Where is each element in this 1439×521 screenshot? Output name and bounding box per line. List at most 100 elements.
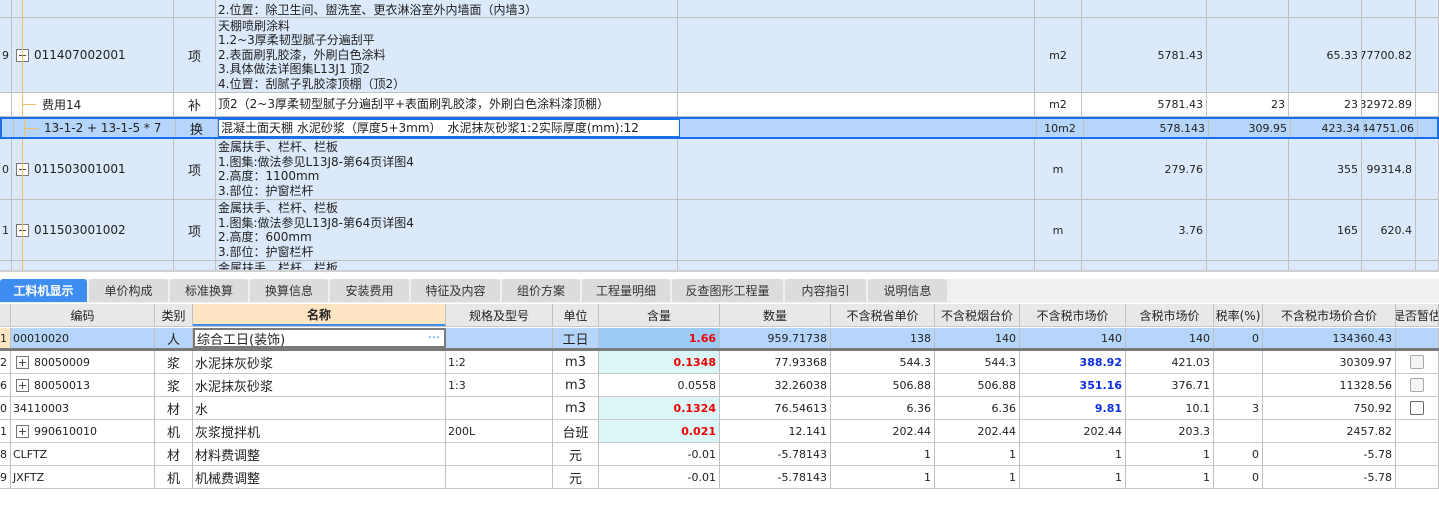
resource-type: 浆 [155, 351, 193, 373]
tax-rate-text: 0 [1252, 331, 1259, 345]
province-price: 202.44 [831, 420, 935, 442]
table-row[interactable]: 1 00010020 人 综合工日(装饰) ··· 工日 1.66 959.71738 138 1… [0, 328, 1439, 351]
yantai-price: 140 [935, 328, 1020, 348]
table-row[interactable]: 0+011503001001项金属扶手、栏杆、栏板1.图集:做法参见L13J8-… [0, 139, 1439, 200]
content-amount-text: 0.1324 [673, 401, 716, 415]
item-type [174, 0, 216, 17]
table-header: 编码 类别 名称 规格及型号 单位 含量 数量 不含税省单价 不含税烟台价 不含税市场价 含税市场价… [0, 304, 1439, 327]
tab-2[interactable]: 标准换算 [170, 279, 248, 302]
column-header-4[interactable]: 单位 [553, 304, 599, 326]
quantity: -5.78143 [720, 466, 831, 488]
unit: m2 [1035, 93, 1082, 116]
tab-3[interactable]: 换算信息 [250, 279, 328, 302]
table-row[interactable]: 8 CLFTZ 材材料费调整 元 -0.01 -5.78143 1 1 1 1 0 -5.78 [0, 443, 1439, 466]
expand-icon[interactable]: + [16, 355, 29, 369]
market-total: 134360.43 [1263, 328, 1396, 348]
column-header-11[interactable]: 税率(%) [1214, 304, 1263, 326]
splitter[interactable] [0, 270, 1439, 275]
province-price-text: 544.3 [899, 355, 932, 369]
resource-code: 34110003 [11, 397, 155, 419]
corner-cell [0, 304, 11, 326]
table-row[interactable]: 1+011503001002项金属扶手、栏杆、栏板1.图集:做法参见L13J8-… [0, 200, 1439, 261]
table-row[interactable]: 6 +80050013 浆水泥抹灰砂浆 1:3 m3 0.0558 32.26038 506.… [0, 374, 1439, 397]
quantity: 12.141 [720, 420, 831, 442]
tab-8[interactable]: 反查图形工程量 [672, 279, 783, 302]
provisional-checkbox[interactable] [1410, 401, 1424, 415]
tab-4[interactable]: 安装费用 [330, 279, 409, 302]
item-description: 天棚喷刷涂料 1.2~3厚柔韧型腻子分遍刮平 2.表面刷乳胶漆，外刷白色涂料 3.具体… [216, 18, 678, 92]
table-row[interactable]: 2 +80050009 浆水泥抹灰砂浆 1:2 m3 0.1348 77.93368 544.… [0, 351, 1439, 374]
code-cell: 费用14 [12, 93, 174, 116]
provisional-checkbox[interactable] [1410, 355, 1424, 369]
overflow-col [1416, 18, 1439, 92]
unit-text: m3 [565, 354, 586, 370]
bill-items-table: 2.位置：除卫生间、盥洗室、更衣淋浴室外内墙面（内墙3）9−0114070020… [0, 0, 1439, 270]
column-header-1[interactable]: 类别 [155, 304, 193, 326]
column-header-6[interactable]: 数量 [720, 304, 831, 326]
expand-icon[interactable]: + [16, 424, 29, 438]
resource-type-text: 材 [166, 402, 180, 418]
row-number: 9 [0, 466, 11, 488]
item-description: 2.位置：除卫生间、盥洗室、更衣淋浴室外内墙面（内墙3） [216, 0, 678, 17]
spec-model-text: 200L [448, 424, 476, 438]
tab-6[interactable]: 组价方案 [502, 279, 580, 302]
column-header-2[interactable]: 名称 [193, 304, 446, 326]
column-header-8[interactable]: 不含税烟台价 [935, 304, 1020, 326]
unit-text: m3 [565, 377, 586, 393]
quantity: 959.71738 [720, 328, 831, 348]
ellipsis-button[interactable]: ··· [428, 331, 444, 346]
resource-name: 水 [193, 397, 446, 419]
content-amount: 0.0558 [599, 374, 720, 396]
item-description: 金属扶手、栏杆、栏板 [216, 261, 678, 270]
table-row[interactable]: 9 JXFTZ 机机械费调整 元 -0.01 -5.78143 1 1 1 1 0 -5.78 [0, 466, 1439, 489]
column-header-9[interactable]: 不含税市场价 [1020, 304, 1126, 326]
quantity-text: 76.54613 [774, 401, 828, 415]
unit: 10m2 [1037, 119, 1084, 137]
row-number [0, 0, 12, 17]
province-price: 1 [831, 443, 935, 465]
provisional-cell [1396, 374, 1439, 396]
tax-rate [1214, 351, 1263, 373]
quantity-text: -5.78143 [777, 470, 827, 484]
table-row[interactable]: 13-1-2 + 13-1-5 * 7 换混凝土面天棚 水泥砂浆（厚度5+3mm）… [0, 117, 1439, 139]
row-number: 9 [0, 18, 12, 92]
market-price-text: 202.44 [1083, 424, 1123, 438]
tax-rate-text: 3 [1252, 401, 1259, 415]
column-header-0[interactable]: 编码 [11, 304, 155, 326]
table-row[interactable]: 2.位置：除卫生间、盥洗室、更衣淋浴室外内墙面（内墙3） [0, 0, 1439, 18]
resource-name-text: 机械费调整 [195, 471, 261, 487]
expand-icon[interactable]: + [16, 378, 29, 392]
tree-line [22, 200, 23, 260]
column-header-13[interactable]: 是否暂估 [1396, 304, 1439, 326]
market-price: 388.92 [1020, 351, 1126, 373]
table-row[interactable]: 1 +990610010 机灰浆搅拌机 200L 台班 0.021 12.141 202.44… [0, 420, 1439, 443]
tree-line [22, 139, 23, 199]
table-row[interactable]: 费用14 补顶2（2~3厚柔韧型腻子分遍刮平+表面刷乳胶漆，外刷白色涂料漆顶棚） m… [0, 93, 1439, 117]
tab-1[interactable]: 单价构成 [89, 279, 168, 302]
resource-code: +990610010 [11, 420, 155, 442]
tab-0[interactable]: 工料机显示 [0, 279, 87, 302]
table-row[interactable]: 0 34110003 材水 m3 0.1324 76.54613 6.36 6.36 9.81 1… [0, 397, 1439, 420]
market-price-text: 140 [1101, 331, 1122, 345]
column-header-5[interactable]: 含量 [599, 304, 720, 326]
content-amount: 0.1324 [599, 397, 720, 419]
provisional-checkbox[interactable] [1410, 378, 1424, 392]
column-header-7[interactable]: 不含税省单价 [831, 304, 935, 326]
yantai-price-text: 506.88 [977, 378, 1017, 392]
tab-7[interactable]: 工程量明细 [582, 279, 670, 302]
tab-5[interactable]: 特征及内容 [411, 279, 500, 302]
description-line: 混凝土面天棚 水泥砂浆（厚度5+3mm） 水泥抹灰砂浆1:2实际厚度(mm):1… [221, 120, 639, 135]
market-total-text: -5.78 [1363, 470, 1392, 484]
market-price: 1 [1020, 466, 1126, 488]
table-row[interactable]: 9−011407002001项天棚喷刷涂料1.2~3厚柔韧型腻子分遍刮平2.表面… [0, 18, 1439, 93]
table-row[interactable]: 金属扶手、栏杆、栏板 [0, 261, 1439, 270]
column-header-3[interactable]: 规格及型号 [446, 304, 553, 326]
unit-price: 309.95 [1209, 119, 1291, 137]
column-header-10[interactable]: 含税市场价 [1126, 304, 1214, 326]
content-amount-text: -0.01 [687, 447, 716, 461]
item-type [174, 261, 216, 270]
tab-10[interactable]: 说明信息 [868, 279, 947, 302]
column-header-12[interactable]: 不含税市场价合价 [1263, 304, 1396, 326]
tab-9[interactable]: 内容指引 [785, 279, 866, 302]
resource-code-text: 34110003 [13, 401, 69, 415]
